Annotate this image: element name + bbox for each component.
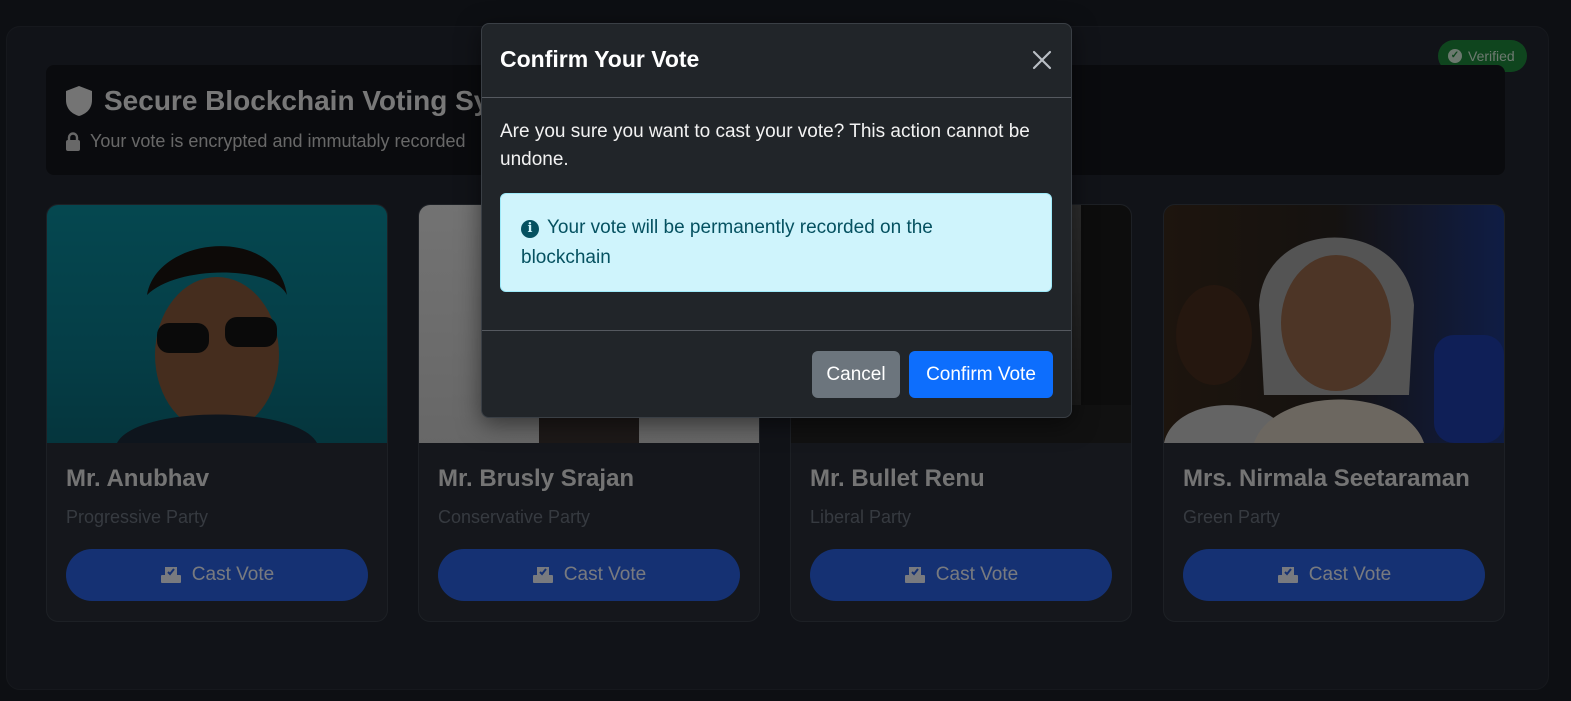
info-icon: i (521, 220, 539, 238)
modal-footer-divider (482, 330, 1071, 331)
info-alert-text: Your vote will be permanently recorded o… (521, 217, 933, 268)
confirm-vote-modal: Confirm Your Vote Are you sure you want … (481, 23, 1072, 418)
confirm-vote-button[interactable]: Confirm Vote (909, 351, 1053, 398)
info-alert: i Your vote will be permanently recorded … (500, 193, 1052, 292)
modal-title: Confirm Your Vote (500, 46, 700, 72)
modal-header-divider (482, 97, 1071, 98)
modal-message: Are you sure you want to cast your vote?… (500, 121, 1030, 170)
cancel-button[interactable]: Cancel (812, 351, 900, 398)
close-icon[interactable] (1028, 46, 1056, 74)
